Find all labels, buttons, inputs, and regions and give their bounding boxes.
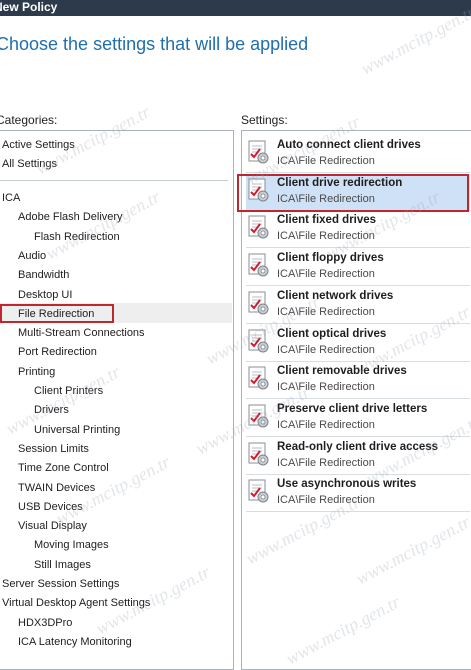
window-title: New Policy bbox=[0, 0, 58, 14]
category-item[interactable]: Time Zone Control bbox=[18, 462, 109, 475]
category-item[interactable]: ICA bbox=[2, 192, 20, 205]
setting-row[interactable]: Client fixed drives ICA\File Redirection bbox=[246, 211, 470, 249]
setting-path: ICA\File Redirection bbox=[277, 305, 375, 318]
categories-panel[interactable]: Active Settings All Settings ICA Adobe Fl… bbox=[0, 130, 234, 670]
setting-row[interactable]: Client removable drives ICA\File Redirect… bbox=[246, 362, 470, 400]
policy-setting-icon bbox=[248, 253, 270, 277]
category-active-settings[interactable]: Active Settings bbox=[2, 139, 75, 152]
category-item[interactable]: Port Redirection bbox=[18, 346, 97, 359]
setting-title: Client removable drives bbox=[277, 365, 407, 378]
setting-title: Auto connect client drives bbox=[277, 139, 421, 151]
policy-setting-icon bbox=[248, 291, 270, 315]
setting-row[interactable]: Client floppy drives ICA\File Redirection bbox=[246, 249, 470, 287]
setting-title: Client fixed drives bbox=[277, 214, 377, 227]
setting-title: Preserve client drive letters bbox=[277, 402, 428, 415]
page-heading: Choose the settings that will be applied bbox=[0, 34, 309, 54]
setting-path: ICA\File Redirection bbox=[277, 381, 375, 394]
setting-path: ICA\File Redirection bbox=[277, 230, 375, 243]
setting-row[interactable]: Auto connect client drives ICA\File Redir… bbox=[246, 136, 470, 173]
category-item[interactable]: Flash Redirection bbox=[34, 231, 120, 244]
category-item[interactable]: Moving Images bbox=[34, 539, 109, 552]
category-all-settings[interactable]: All Settings bbox=[2, 158, 57, 171]
policy-setting-icon bbox=[248, 479, 270, 503]
category-item[interactable]: Still Images bbox=[34, 559, 91, 572]
category-item[interactable]: Desktop UI bbox=[18, 289, 72, 302]
category-item[interactable]: TWAIN Devices bbox=[18, 482, 95, 495]
setting-title: Client optical drives bbox=[277, 327, 387, 340]
setting-row[interactable]: Use asynchronous writes ICA\File Redirect… bbox=[246, 475, 470, 513]
setting-path: ICA\File Redirection bbox=[277, 456, 375, 469]
setting-title: Client floppy drives bbox=[277, 252, 384, 265]
category-item[interactable]: Visual Display bbox=[18, 520, 87, 533]
category-item[interactable]: Virtual Desktop Agent Settings bbox=[2, 597, 150, 610]
setting-title: Read-only client drive access bbox=[277, 440, 439, 453]
category-item[interactable]: Adobe Flash Delivery bbox=[18, 211, 123, 224]
category-item[interactable]: Session Limits bbox=[18, 443, 89, 456]
window-title-bar: New Policy bbox=[0, 0, 471, 16]
policy-setting-icon bbox=[248, 366, 270, 390]
category-item[interactable]: Server Session Settings bbox=[2, 578, 119, 591]
policy-setting-icon bbox=[248, 442, 270, 466]
policy-setting-icon bbox=[248, 404, 270, 428]
category-item[interactable]: Drivers bbox=[34, 404, 69, 417]
category-item[interactable]: ICA Latency Monitoring bbox=[18, 636, 132, 649]
setting-row[interactable]: Client optical drives ICA\File Redirectio… bbox=[246, 325, 470, 362]
policy-setting-icon bbox=[248, 215, 270, 239]
category-item[interactable]: Bandwidth bbox=[18, 269, 69, 282]
policy-setting-icon bbox=[248, 329, 270, 353]
category-item[interactable]: HDX3DPro bbox=[18, 617, 72, 630]
policy-setting-icon bbox=[248, 140, 270, 164]
category-item[interactable]: Printing bbox=[18, 366, 55, 379]
category-item[interactable]: Client Printers bbox=[34, 385, 103, 398]
category-item[interactable]: Universal Printing bbox=[34, 424, 120, 437]
categories-label: Categories: bbox=[0, 113, 58, 127]
client-drive-redirection-highlight bbox=[237, 174, 469, 212]
category-item[interactable]: Multi-Stream Connections bbox=[18, 327, 145, 340]
category-divider bbox=[0, 180, 228, 181]
setting-path: ICA\File Redirection bbox=[277, 494, 375, 507]
setting-row[interactable]: Preserve client drive letters ICA\File Re… bbox=[246, 400, 470, 437]
setting-row[interactable]: Client network drives ICA\File Redirectio… bbox=[246, 287, 470, 324]
file-redirection-highlight bbox=[0, 304, 114, 323]
settings-label: Settings: bbox=[241, 113, 288, 127]
setting-title: Client network drives bbox=[277, 289, 394, 302]
category-item[interactable]: Audio bbox=[18, 250, 46, 263]
category-item[interactable]: USB Devices bbox=[18, 501, 83, 514]
setting-title: Use asynchronous writes bbox=[277, 478, 417, 491]
setting-path: ICA\File Redirection bbox=[277, 155, 375, 167]
setting-row[interactable]: Read-only client drive access ICA\File Re… bbox=[246, 438, 470, 475]
setting-path: ICA\File Redirection bbox=[277, 343, 375, 356]
setting-path: ICA\File Redirection bbox=[277, 418, 375, 431]
setting-path: ICA\File Redirection bbox=[277, 268, 375, 281]
